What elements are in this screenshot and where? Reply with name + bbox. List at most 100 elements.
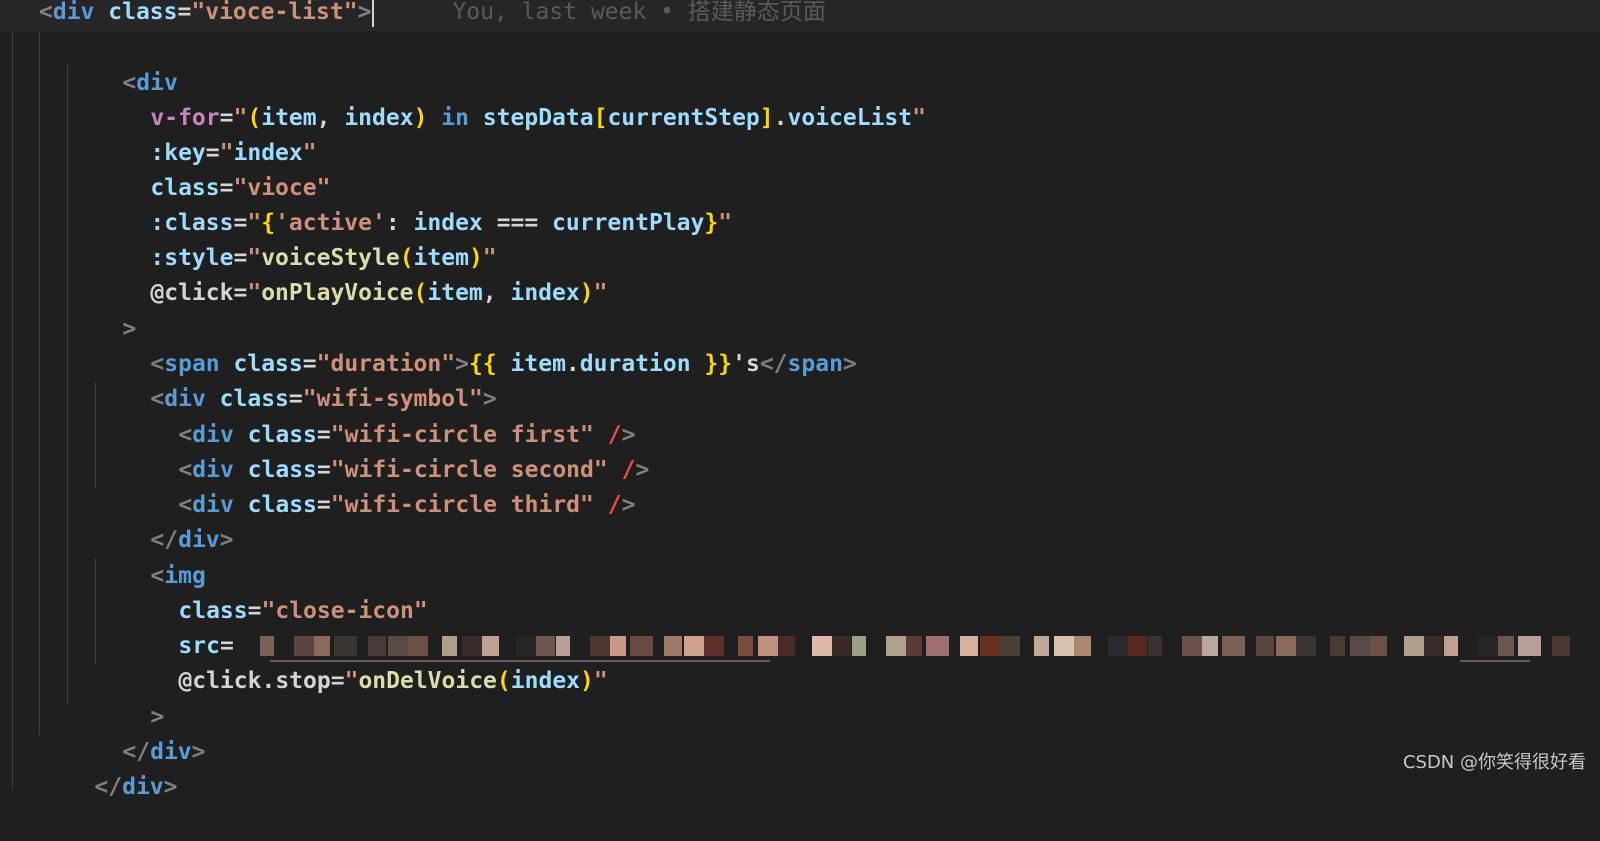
token: div (52, 0, 95, 25)
token: @click (150, 280, 234, 306)
mosaic-block (1295, 635, 1316, 656)
token: span (787, 351, 843, 377)
token: " (593, 280, 608, 306)
token: </ (94, 774, 123, 800)
code-line-18[interactable]: src= (123, 592, 1580, 662)
code-line-6[interactable]: :class="{'active': index === currentPlay… (95, 169, 732, 236)
mosaic-underline (1459, 659, 1530, 662)
token: wifi-circle third (344, 492, 581, 518)
mosaic-block (1329, 635, 1345, 656)
code-line-12[interactable]: <div class="wifi-circle first" /> (123, 381, 635, 448)
token: . (565, 351, 580, 377)
indent-guide (67, 65, 68, 705)
token: index (510, 280, 580, 306)
code-line-3[interactable]: v-for="(item, index) in stepData[current… (95, 64, 926, 131)
token: , (316, 105, 345, 131)
token: " (912, 105, 926, 131)
code-line-10[interactable]: <span class="duration">{{ item.duration … (95, 310, 856, 377)
watermark: CSDN @你笑得很好看 (1402, 752, 1586, 773)
token: = (316, 492, 331, 518)
token: ( (413, 280, 428, 306)
token: stepData (482, 105, 594, 131)
mosaic-block (1497, 635, 1514, 656)
token: currentPlay (552, 210, 705, 236)
token: class (247, 492, 317, 518)
mosaic-block (1255, 635, 1274, 656)
indent-guide (39, 30, 40, 735)
token: class (108, 0, 178, 25)
token: [ (593, 105, 608, 131)
mosaic-block (1477, 635, 1499, 656)
code-line-22[interactable]: </div> (39, 733, 177, 800)
code-line-20[interactable]: > (95, 663, 164, 730)
code-line-11[interactable]: <div class="wifi-symbol"> (95, 345, 496, 412)
mosaic-block (905, 635, 922, 656)
token: . (773, 105, 788, 131)
token: " (247, 280, 262, 306)
code-line-21[interactable]: </div> (67, 698, 205, 765)
token: > (219, 527, 234, 553)
mosaic-block (629, 635, 653, 656)
token: " (580, 492, 594, 518)
mosaic-block (1221, 635, 1245, 656)
mosaic-block (1201, 635, 1218, 656)
token: " (330, 492, 345, 518)
code-line-1[interactable]: <div class="vioce-list"> You, last week •… (0, 0, 1600, 31)
token: div (122, 774, 164, 800)
code-line-15[interactable]: </div> (95, 486, 233, 553)
mosaic-block (1033, 635, 1049, 656)
code-line-5[interactable]: class="vioce" (95, 134, 330, 201)
token: " (718, 210, 733, 236)
mosaic-block (1181, 635, 1203, 656)
code-line-19[interactable]: @click.stop="onDelVoice(index)" (123, 627, 607, 694)
token: currentStep (607, 105, 760, 131)
mosaic-block (703, 635, 724, 656)
token: vioce-list (205, 0, 344, 25)
mosaic-block (999, 635, 1020, 656)
mosaic-block (1349, 635, 1372, 656)
git-blame-annotation: You, last week • 搭建静态页面 (452, 0, 826, 25)
mosaic-block (885, 635, 907, 656)
token: item (427, 280, 483, 306)
code-line-14[interactable]: <div class="wifi-circle third" /> (123, 451, 635, 518)
code-editor[interactable]: <div class="vioce-list"> You, last week •… (0, 0, 1600, 800)
token: , (482, 280, 511, 306)
token: < (39, 0, 53, 25)
token: index (344, 105, 414, 131)
token: onPlayVoice (261, 280, 414, 306)
token: " (344, 668, 359, 694)
code-line-17[interactable]: class="close-icon" (123, 557, 427, 624)
code-line-16[interactable]: <img (95, 522, 205, 589)
mosaic-block (1073, 635, 1091, 656)
token: 's (732, 351, 760, 377)
token: ) (579, 280, 594, 306)
token: = (330, 668, 345, 694)
token: > (191, 739, 206, 765)
token: = (233, 280, 248, 306)
indent-guide (12, 0, 13, 790)
token: > (635, 457, 650, 483)
text-cursor (372, 0, 375, 27)
token: } (704, 210, 719, 236)
token: }} (704, 351, 733, 377)
code-line-8[interactable]: @click="onPlayVoice(item, index)" (95, 239, 607, 306)
token: </ (759, 351, 788, 377)
mosaic-block (1423, 635, 1443, 656)
token: ) (413, 105, 428, 131)
code-line-9[interactable]: > (67, 275, 136, 342)
mosaic-block (1127, 635, 1147, 656)
code-line-4[interactable]: :key="index" (95, 99, 316, 166)
mosaic-block (959, 635, 978, 656)
token: onDelVoice (358, 668, 497, 694)
mosaic-block (777, 635, 795, 656)
mosaic-block (1147, 635, 1162, 656)
code-line-13[interactable]: <div class="wifi-circle second" /> (123, 416, 649, 483)
token: " (593, 668, 608, 694)
token: > (842, 351, 857, 377)
code-line-2[interactable]: <div (67, 29, 177, 96)
token: duration (579, 351, 691, 377)
token: > (163, 774, 178, 800)
mosaic-block (1551, 635, 1570, 656)
code-line-7[interactable]: :style="voiceStyle(item)" (95, 204, 496, 271)
token: > (357, 0, 372, 25)
